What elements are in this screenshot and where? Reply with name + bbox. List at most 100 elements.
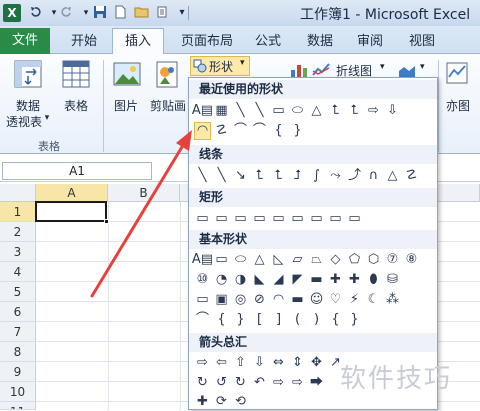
snip-single-corner-rectangle-icon[interactable]: ▭ — [232, 210, 249, 228]
double-brace-icon[interactable]: } — [232, 311, 249, 329]
oval-icon[interactable]: ⬭ — [289, 102, 306, 120]
left-brace-icon[interactable]: { — [270, 122, 287, 140]
quad-arrow-icon[interactable]: ✥ — [308, 354, 325, 372]
text-box-icon[interactable]: A▤ — [192, 251, 213, 269]
area-chart-icon[interactable] — [398, 62, 416, 78]
no-symbol-icon[interactable]: ⊘ — [251, 291, 268, 309]
tab-formulas[interactable]: 公式 — [248, 31, 288, 53]
picture-icon[interactable] — [112, 60, 142, 90]
line-icon[interactable]: ╲ — [232, 102, 249, 120]
arrow-line-icon[interactable]: ╲ — [213, 167, 230, 185]
snip-same-side-rectangle-icon[interactable]: ▭ — [251, 210, 268, 228]
smiley-face-icon[interactable]: ☺ — [308, 291, 325, 309]
pentagon-arrow-icon[interactable]: ⮕ — [308, 374, 325, 392]
chord-icon[interactable]: ◑ — [232, 271, 249, 289]
folded-corner-icon[interactable]: ▬ — [289, 291, 306, 309]
row-header[interactable]: 2 — [0, 222, 36, 242]
round-same-side-rectangle-icon[interactable]: ▭ — [327, 210, 344, 228]
diagonal-stripe-icon[interactable]: ✚ — [327, 271, 344, 289]
cloud-icon[interactable]: ⁂ — [384, 291, 401, 309]
row-header[interactable]: 6 — [0, 302, 36, 322]
open-icon[interactable] — [134, 5, 150, 21]
row-header[interactable]: 7 — [0, 322, 36, 342]
select-all-corner[interactable] — [0, 184, 36, 202]
parallelogram-icon[interactable]: ▱ — [289, 251, 306, 269]
can-icon[interactable]: ⛁ — [384, 271, 401, 289]
plaque-icon[interactable]: ⬮ — [365, 271, 382, 289]
lightning-bolt-icon[interactable]: ⚡ — [346, 291, 363, 309]
striped-right-arrow-icon[interactable]: ⇨ — [270, 374, 287, 392]
row-header[interactable]: 9 — [0, 362, 36, 382]
new-icon[interactable] — [112, 5, 128, 21]
pivot-dropdown-icon[interactable]: ▾ — [42, 113, 52, 123]
cube-icon[interactable]: ▭ — [194, 291, 211, 309]
customize-icon[interactable] — [154, 5, 170, 21]
tab-home[interactable]: 开始 — [62, 31, 106, 53]
elbow-arrow-connector-icon[interactable]: ⮤ — [270, 167, 287, 185]
rectangle-icon[interactable]: ▭ — [194, 210, 211, 228]
arc-icon[interactable]: ⌒ — [194, 311, 211, 329]
row-header[interactable]: 8 — [0, 342, 36, 362]
cross-arrow-icon[interactable]: ✚ — [194, 393, 211, 411]
half-frame-icon[interactable]: ◤ — [289, 271, 306, 289]
curved-double-arrow-connector-icon[interactable]: ⤴ — [346, 167, 363, 185]
up-down-arrow-icon[interactable]: ⇕ — [289, 354, 306, 372]
pivot-table-label[interactable]: 数据 — [4, 97, 52, 114]
table-icon[interactable] — [60, 58, 92, 90]
elbow-arrow-connector-icon[interactable]: ⮤ — [346, 102, 363, 120]
tab-page-layout[interactable]: 页面布局 — [172, 31, 242, 53]
rectangle-icon[interactable]: ▭ — [270, 102, 287, 120]
tab-view[interactable]: 视图 — [402, 31, 442, 53]
area-chart-dropdown-icon[interactable]: ▾ — [420, 62, 425, 72]
right-brace-icon[interactable]: } — [346, 311, 363, 329]
row-header[interactable]: 1 — [0, 202, 36, 222]
curved-down-arrow-icon[interactable]: ↶ — [251, 374, 268, 392]
line-chart-icon[interactable] — [312, 62, 330, 78]
freeform-icon[interactable]: △ — [384, 167, 401, 185]
bar-chart-icon[interactable] — [290, 62, 308, 78]
tab-review[interactable]: 审阅 — [350, 31, 390, 53]
right-paren-icon[interactable]: ) — [308, 311, 325, 329]
tab-file[interactable]: 文件 — [0, 28, 50, 54]
down-arrow-icon[interactable]: ⇩ — [251, 354, 268, 372]
elbow-connector-icon[interactable]: ⮤ — [251, 167, 268, 185]
right-arrow-icon[interactable]: ⇨ — [365, 102, 382, 120]
elbow-connector-icon[interactable]: ⮤ — [327, 102, 344, 120]
round-diagonal-rectangle-icon[interactable]: ▭ — [346, 210, 363, 228]
picture-label[interactable]: 图片 — [108, 97, 144, 114]
curved-left-arrow-icon[interactable]: ↺ — [213, 374, 230, 392]
bevel-icon[interactable]: ▣ — [213, 291, 230, 309]
curved-up-arrow-icon[interactable]: ↻ — [232, 374, 249, 392]
snip-diagonal-rectangle-icon[interactable]: ▭ — [270, 210, 287, 228]
block-arc-icon[interactable]: ◠ — [270, 291, 287, 309]
rectangle-icon[interactable]: ▭ — [213, 251, 230, 269]
vertical-text-box-icon[interactable]: ▦ — [213, 102, 230, 120]
freeform-icon[interactable]: ◠ — [194, 122, 211, 140]
scribble-icon[interactable]: ☡ — [213, 122, 230, 140]
line-icon[interactable]: ╲ — [194, 167, 211, 185]
save-icon[interactable] — [28, 5, 44, 21]
chart-partial-label[interactable]: 亦图 — [440, 97, 476, 114]
clip-art-label[interactable]: 剪贴画 — [146, 97, 190, 114]
text-box-icon[interactable]: A▤ — [192, 102, 213, 120]
circular-arrow-left-icon[interactable]: ⟲ — [232, 393, 249, 411]
up-arrow-icon[interactable]: ⇧ — [232, 354, 249, 372]
snip-round-rectangle-icon[interactable]: ▭ — [289, 210, 306, 228]
selected-cell-a1[interactable] — [35, 201, 107, 222]
column-header-a[interactable]: A — [36, 184, 108, 202]
row-header[interactable]: 3 — [0, 242, 36, 262]
pivot-table-icon[interactable] — [12, 58, 44, 90]
left-brace-icon[interactable]: { — [327, 311, 344, 329]
elbow-double-arrow-connector-icon[interactable]: ⮥ — [289, 167, 306, 185]
cross-icon[interactable]: ✚ — [346, 271, 363, 289]
triangle-icon[interactable]: △ — [251, 251, 268, 269]
heptagon-icon[interactable]: ⑦ — [384, 251, 401, 269]
right-arrow-icon[interactable]: ⇨ — [194, 354, 211, 372]
scribble-icon[interactable]: ☡ — [403, 167, 420, 185]
left-arrow-icon[interactable]: ⇦ — [213, 354, 230, 372]
excel-logo-icon[interactable]: X — [3, 4, 21, 22]
shapes-label[interactable]: 形状 — [209, 58, 239, 75]
row-header[interactable]: 11 — [0, 402, 36, 410]
arc-icon[interactable]: ⌒ — [232, 122, 249, 140]
shapes-dropdown-icon[interactable]: ▾ — [240, 58, 245, 68]
